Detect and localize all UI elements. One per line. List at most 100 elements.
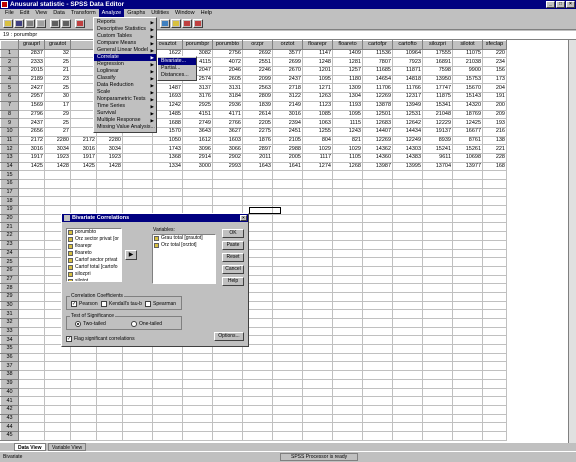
options-button[interactable]: Options...: [214, 332, 244, 341]
grid-cell[interactable]: 1612: [182, 135, 213, 146]
grid-cell[interactable]: [302, 196, 333, 207]
grid-cell[interactable]: [152, 187, 183, 198]
grid-cell[interactable]: [152, 396, 183, 406]
grid-cell[interactable]: [332, 387, 363, 398]
grid-cell[interactable]: [302, 309, 333, 319]
grid-cell[interactable]: 14407: [362, 126, 393, 137]
close-button[interactable]: ×: [566, 1, 575, 8]
grid-cell[interactable]: [422, 283, 453, 293]
grid-cell[interactable]: 1263: [302, 92, 333, 102]
grid-cell[interactable]: [18, 213, 45, 224]
grid-cell[interactable]: [452, 213, 483, 224]
row-header[interactable]: 43: [0, 413, 19, 424]
grid-cell[interactable]: [302, 396, 333, 406]
grid-cell[interactable]: 3034: [44, 144, 71, 154]
grid-cell[interactable]: 18769: [452, 109, 483, 120]
grid-cell[interactable]: [392, 170, 423, 180]
grid-cell[interactable]: [302, 404, 333, 415]
row-header[interactable]: 32: [0, 318, 19, 328]
grid-cell[interactable]: 3066: [212, 144, 243, 154]
grid-cell[interactable]: [482, 231, 507, 241]
grid-cell[interactable]: [70, 170, 97, 180]
grid-cell[interactable]: [482, 396, 507, 406]
table-row[interactable]: 8 2796 29 1485 4151 4171 2614 3016 1085 1095 12501…: [0, 109, 507, 120]
row-header[interactable]: 37: [0, 361, 19, 372]
grid-cell[interactable]: 2692: [242, 48, 273, 59]
grid-cell[interactable]: [482, 370, 507, 380]
grid-cell[interactable]: [362, 422, 393, 432]
grid-cell[interactable]: [212, 413, 243, 424]
grid-cell[interactable]: 15261: [452, 144, 483, 154]
grid-cell[interactable]: 15753: [452, 74, 483, 85]
grid-cell[interactable]: [242, 370, 273, 380]
grid-cell[interactable]: [272, 248, 303, 259]
grid-cell[interactable]: [44, 413, 71, 424]
grid-cell[interactable]: [362, 370, 393, 380]
grid-cell[interactable]: [44, 430, 71, 441]
grid-cell[interactable]: [422, 344, 453, 354]
grid-cell[interactable]: [392, 222, 423, 233]
corner-cell[interactable]: [0, 40, 19, 50]
grid-cell[interactable]: 3034: [96, 144, 123, 154]
grid-cell[interactable]: 7923: [392, 57, 423, 68]
grid-cell[interactable]: 2275: [242, 126, 273, 137]
grid-cell[interactable]: [44, 187, 71, 198]
grid-cell[interactable]: 14303: [392, 144, 423, 154]
grid-cell[interactable]: [392, 318, 423, 328]
grid-cell[interactable]: [422, 222, 453, 233]
grid-cell[interactable]: [70, 396, 97, 406]
grid-cell[interactable]: 12229: [422, 118, 453, 128]
menu-classify[interactable]: Classify ▶: [94, 75, 156, 82]
grid-cell[interactable]: [272, 239, 303, 250]
grid-cell[interactable]: [96, 361, 123, 372]
grid-cell[interactable]: [452, 265, 483, 276]
grid-cell[interactable]: [96, 187, 123, 198]
grid-cell[interactable]: [452, 413, 483, 424]
grid-cell[interactable]: [362, 187, 393, 198]
grid-cell[interactable]: [182, 196, 213, 207]
grid-cell[interactable]: 1268: [332, 161, 363, 172]
table-row[interactable]: 45: [0, 430, 507, 441]
row-header[interactable]: 13: [0, 152, 19, 163]
row-header[interactable]: 31: [0, 309, 19, 319]
grid-cell[interactable]: [18, 430, 45, 441]
grid-cell[interactable]: [332, 205, 363, 215]
menu-bivariate[interactable]: Bivariate...: [158, 58, 196, 65]
grid-cell[interactable]: [332, 413, 363, 424]
grid-cell[interactable]: [362, 213, 393, 224]
grid-cell[interactable]: [122, 352, 153, 363]
grid-cell[interactable]: 1029: [302, 144, 333, 154]
grid-cell[interactable]: 193: [482, 118, 507, 128]
grid-cell[interactable]: 14654: [362, 74, 393, 85]
grid-cell[interactable]: [422, 274, 453, 285]
grid-cell[interactable]: 12249: [392, 135, 423, 146]
grid-cell[interactable]: [422, 179, 453, 189]
grid-cell[interactable]: [482, 378, 507, 389]
undo-icon[interactable]: [50, 19, 60, 28]
grid-cell[interactable]: 13704: [422, 161, 453, 172]
grid-cell[interactable]: 1693: [152, 92, 183, 102]
grid-cell[interactable]: [122, 387, 153, 398]
grid-cell[interactable]: [18, 300, 45, 311]
grid-cell[interactable]: [122, 196, 153, 207]
grid-cell[interactable]: 3627: [212, 126, 243, 137]
grid-cell[interactable]: [242, 404, 273, 415]
grid-cell[interactable]: [452, 387, 483, 398]
menu-transform[interactable]: Transform: [68, 9, 99, 17]
menu-correlate[interactable]: Correlate ▶: [94, 54, 156, 61]
grid-cell[interactable]: [272, 196, 303, 207]
ok-button[interactable]: OK: [222, 229, 244, 238]
grid-cell[interactable]: [18, 326, 45, 337]
grid-cell[interactable]: 1428: [96, 161, 123, 172]
split-file-icon[interactable]: [171, 19, 181, 28]
grid-cell[interactable]: [272, 352, 303, 363]
menu-survival[interactable]: Survival ▶: [94, 110, 156, 117]
menu-data[interactable]: Data: [50, 9, 68, 17]
grid-cell[interactable]: [152, 422, 183, 432]
grid-cell[interactable]: [272, 370, 303, 380]
grid-cell[interactable]: 2205: [242, 118, 273, 128]
grid-cell[interactable]: 1147: [302, 48, 333, 59]
table-row[interactable]: 7 1569 17 1242 2925 2936 1839 2149 1123 1193 13878…: [0, 100, 507, 111]
grid-cell[interactable]: [362, 300, 393, 311]
grid-cell[interactable]: [70, 179, 97, 189]
